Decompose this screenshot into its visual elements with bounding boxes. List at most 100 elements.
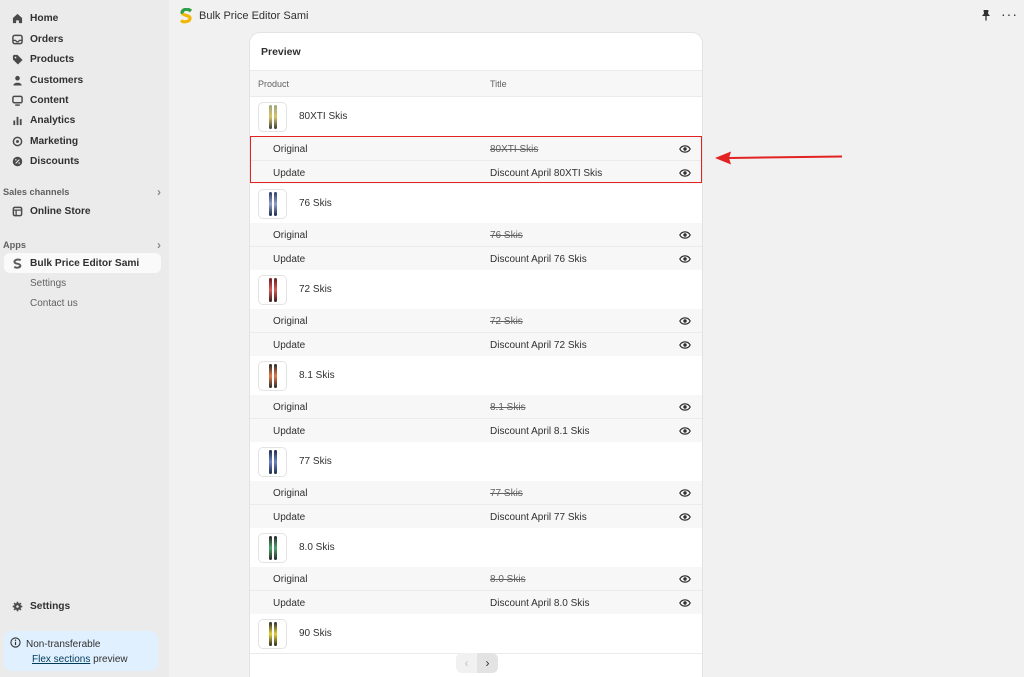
update-row: Update Discount April 8.0 Skis <box>250 591 702 615</box>
eye-icon[interactable] <box>679 512 691 522</box>
product-thumbnail <box>258 619 287 649</box>
nav-products[interactable]: Products <box>4 49 161 69</box>
sales-channels-header[interactable]: Sales channels › <box>3 185 161 199</box>
product-row: 80XTI Skis <box>250 97 702 137</box>
product-name: 8.1 Skis <box>299 370 335 381</box>
home-icon <box>4 13 30 24</box>
original-label: Original <box>273 230 308 241</box>
product-row: 76 Skis <box>250 184 702 224</box>
discount-icon <box>4 156 30 167</box>
updated-title: Discount April 72 Skis <box>490 340 587 351</box>
eye-icon[interactable] <box>679 488 691 498</box>
pagination: ‹ › <box>456 653 498 673</box>
bar-chart-icon <box>4 115 30 126</box>
original-label: Original <box>273 574 308 585</box>
nav-discounts[interactable]: Discounts <box>4 151 161 171</box>
eye-icon[interactable] <box>679 574 691 584</box>
nav-bulk-price-editor[interactable]: Bulk Price Editor Sami <box>4 253 161 273</box>
sales-channels-title: Sales channels <box>3 187 70 197</box>
nav-home-label: Home <box>30 12 59 24</box>
eye-icon[interactable] <box>679 254 691 264</box>
original-title: 77 Skis <box>490 488 523 499</box>
person-icon <box>4 75 30 86</box>
original-row: Original 8.1 Skis <box>250 395 702 419</box>
store-icon <box>4 206 30 217</box>
nav-contact-us[interactable]: Contact us <box>30 298 78 309</box>
nav-customers[interactable]: Customers <box>4 70 161 90</box>
original-label: Original <box>273 316 308 327</box>
product-name: 90 Skis <box>299 628 332 639</box>
product-row: 77 Skis <box>250 442 702 482</box>
update-label: Update <box>273 426 306 437</box>
flex-sections-link[interactable]: Flex sections <box>32 654 90 665</box>
nav-products-label: Products <box>30 53 75 65</box>
nav-bulk-price-editor-label: Bulk Price Editor Sami <box>30 257 140 269</box>
original-title: 8.0 Skis <box>490 574 526 585</box>
app-title-bar: Bulk Price Editor Sami ··· <box>169 0 1024 32</box>
column-title: Title <box>490 79 507 89</box>
non-transferable-notice: Non-transferable Flex sections preview <box>4 631 158 671</box>
eye-icon[interactable] <box>679 402 691 412</box>
update-row: Update Discount April 8.1 Skis <box>250 419 702 443</box>
nav-settings-label: Settings <box>30 600 71 612</box>
product-thumbnail <box>258 361 287 391</box>
nav-online-store-label: Online Store <box>30 205 91 217</box>
notice-title: Non-transferable <box>26 638 101 650</box>
eye-icon[interactable] <box>679 426 691 436</box>
updated-title: Discount April 8.0 Skis <box>490 598 590 609</box>
column-product: Product <box>258 79 290 89</box>
eye-icon[interactable] <box>679 316 691 326</box>
nav-content-label: Content <box>30 94 69 106</box>
app-logo-icon <box>4 258 30 269</box>
product-thumbnail <box>258 275 287 305</box>
product-name: 80XTI Skis <box>299 111 348 122</box>
product-thumbnail <box>258 102 287 132</box>
arrow-left-icon <box>715 151 843 165</box>
apps-header[interactable]: Apps › <box>3 238 161 252</box>
next-page-button[interactable]: › <box>477 653 498 673</box>
monitor-icon <box>4 95 30 106</box>
pin-icon[interactable] <box>981 9 991 21</box>
original-title: 8.1 Skis <box>490 402 526 413</box>
original-row: Original 77 Skis <box>250 481 702 505</box>
app-name: Bulk Price Editor Sami <box>199 10 309 22</box>
eye-icon[interactable] <box>679 340 691 350</box>
more-actions-button[interactable]: ··· <box>1001 6 1018 22</box>
preview-card: Preview Product Title 80XTI Skis Origina… <box>250 33 702 677</box>
eye-icon[interactable] <box>679 598 691 608</box>
inbox-icon <box>4 34 30 45</box>
update-label: Update <box>273 340 306 351</box>
nav-settings-sub[interactable]: Settings <box>30 278 66 289</box>
product-row: 8.1 Skis <box>250 356 702 396</box>
chevron-right-icon: › <box>157 185 161 199</box>
tag-icon <box>4 54 30 65</box>
update-row: Update Discount April 76 Skis <box>250 247 702 271</box>
product-name: 77 Skis <box>299 456 332 467</box>
nav-online-store[interactable]: Online Store <box>4 201 161 221</box>
product-row: 72 Skis <box>250 270 702 310</box>
info-icon <box>10 637 24 651</box>
nav-orders[interactable]: Orders <box>4 29 161 49</box>
nav-orders-label: Orders <box>30 33 64 45</box>
previous-page-button[interactable]: ‹ <box>456 653 477 673</box>
original-title: 76 Skis <box>490 230 523 241</box>
nav-analytics[interactable]: Analytics <box>4 110 161 130</box>
nav-home[interactable]: Home <box>4 8 161 28</box>
original-title: 72 Skis <box>490 316 523 327</box>
updated-title: Discount April 76 Skis <box>490 254 587 265</box>
update-label: Update <box>273 254 306 265</box>
product-thumbnail <box>258 189 287 219</box>
notice-suffix: preview <box>93 654 128 665</box>
nav-content[interactable]: Content <box>4 90 161 110</box>
target-icon <box>4 136 30 147</box>
product-thumbnail <box>258 447 287 477</box>
original-row: Original 76 Skis <box>250 223 702 247</box>
eye-icon[interactable] <box>679 230 691 240</box>
original-row: Original 72 Skis <box>250 309 702 333</box>
table-header: Product Title <box>250 70 702 97</box>
product-row: 8.0 Skis <box>250 528 702 568</box>
update-label: Update <box>273 598 306 609</box>
nav-marketing[interactable]: Marketing <box>4 131 161 151</box>
nav-settings[interactable]: Settings <box>4 596 161 616</box>
updated-title: Discount April 8.1 Skis <box>490 426 590 437</box>
